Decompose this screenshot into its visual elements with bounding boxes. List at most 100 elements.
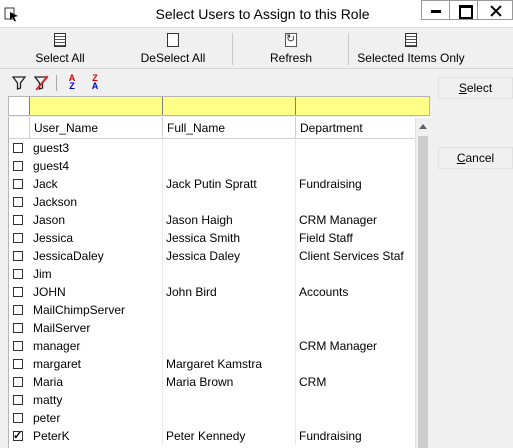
table-row[interactable]: JOHN John Bird Accounts [9, 283, 416, 301]
scrollbar-thumb[interactable] [418, 136, 428, 448]
cell-department: Accounts [299, 285, 349, 299]
table-row[interactable]: Jessica Jessica Smith Field Staff [9, 229, 416, 247]
selected-items-only-button[interactable]: Selected Items Only [354, 29, 468, 69]
cell-department [296, 355, 416, 373]
select-button[interactable]: Select [438, 77, 513, 99]
cell-user-name: guest4 [30, 157, 163, 175]
filter-icon[interactable] [10, 74, 28, 92]
cell-user-name: Jessica [30, 229, 163, 247]
row-checkbox[interactable] [13, 233, 23, 243]
row-checkbox[interactable] [13, 413, 23, 423]
table-row[interactable]: margaret Margaret Kamstra [9, 355, 416, 373]
toolbar-divider [232, 33, 233, 65]
row-checkbox[interactable] [13, 323, 23, 333]
cell-full-name: Jessica Smith [163, 229, 296, 247]
cell-full-name [163, 157, 296, 175]
deselect-all-button[interactable]: DeSelect All [128, 29, 218, 69]
filter-row [8, 96, 430, 116]
cell-full-name [163, 193, 296, 211]
refresh-label: Refresh [269, 51, 313, 65]
toolbar: Select All DeSelect All Refresh Selected… [0, 29, 513, 69]
cell-full-name: Jason Haigh [163, 211, 296, 229]
minimize-button[interactable] [421, 0, 449, 20]
sort-ascending-icon[interactable]: AZ [63, 74, 81, 92]
cell-user-name: Jason [30, 211, 163, 229]
cell-full-name: Peter Kennedy [163, 427, 296, 445]
table-row[interactable]: Jack Jack Putin Spratt Fundraising [9, 175, 416, 193]
close-button[interactable] [477, 0, 513, 20]
table-row[interactable]: manager CRM Manager [9, 337, 416, 355]
cell-full-name: Margaret Kamstra [163, 355, 296, 373]
row-checkbox[interactable] [13, 377, 23, 387]
cell-user-name: guest3 [30, 139, 163, 157]
column-header-user-name[interactable]: User_Name [30, 117, 163, 139]
cell-user-name: manager [30, 337, 163, 355]
clear-filter-icon[interactable] [32, 74, 50, 92]
cell-full-name [163, 319, 296, 337]
row-checkbox[interactable] [13, 215, 23, 225]
cell-full-name [163, 391, 296, 409]
table-row[interactable]: matty [9, 391, 416, 409]
table-row[interactable]: guest4 [9, 157, 416, 175]
table-row[interactable]: Jason Jason Haigh CRM Manager [9, 211, 416, 229]
cell-department: Fundraising [299, 177, 362, 191]
row-checkbox[interactable] [13, 143, 23, 153]
filter-cell-select [9, 97, 30, 115]
cancel-button[interactable]: Cancel [438, 147, 513, 169]
refresh-button[interactable]: Refresh [253, 29, 329, 69]
table-row[interactable]: Maria Maria Brown CRM [9, 373, 416, 391]
cell-user-name: Jack [30, 175, 163, 193]
maximize-button[interactable] [449, 0, 477, 20]
filter-input-user-name[interactable] [30, 97, 163, 115]
cell-user-name: matty [30, 391, 163, 409]
select-all-label: Select All [35, 51, 85, 65]
table-row[interactable]: guest3 [9, 139, 416, 157]
row-checkbox[interactable] [13, 179, 23, 189]
cell-department: CRM Manager [299, 213, 378, 227]
users-grid: User_Name Full_Name Department guest3 gue… [8, 117, 430, 448]
grid-rows: guest3 guest4 Jack Jack Putin Spratt Fundrai… [9, 139, 416, 445]
row-checkbox[interactable] [13, 197, 23, 207]
row-checkbox[interactable] [13, 359, 23, 369]
table-row[interactable]: Jim [9, 265, 416, 283]
cell-full-name [163, 265, 296, 283]
row-checkbox[interactable] [13, 269, 23, 279]
table-row[interactable]: Jackson [9, 193, 416, 211]
list-icon [405, 33, 417, 47]
column-header-department[interactable]: Department [296, 117, 416, 139]
scroll-up-arrow-icon[interactable] [416, 118, 431, 135]
cell-department [296, 319, 416, 337]
toolbar-divider [348, 33, 349, 65]
cell-department [296, 139, 416, 157]
table-row[interactable]: MailServer [9, 319, 416, 337]
row-checkbox[interactable] [13, 341, 23, 351]
filter-input-department[interactable] [296, 97, 429, 115]
row-checkbox[interactable] [13, 395, 23, 405]
title-bar: Select Users to Assign to this Role [0, 0, 513, 28]
row-checkbox[interactable] [13, 251, 23, 261]
column-header-full-name[interactable]: Full_Name [163, 117, 296, 139]
cell-department [296, 265, 416, 283]
cell-user-name: peter [30, 409, 163, 427]
table-row[interactable]: MailChimpServer [9, 301, 416, 319]
vertical-scrollbar[interactable] [415, 118, 430, 448]
select-all-button[interactable]: Select All [20, 29, 100, 69]
table-row[interactable]: PeterKPeter KennedyFundraising [9, 427, 416, 445]
row-checkbox[interactable] [13, 161, 23, 171]
cell-department [296, 409, 416, 427]
row-checkbox[interactable] [13, 287, 23, 297]
sort-descending-icon[interactable]: ZA [86, 74, 104, 92]
grid-tools-divider [56, 75, 57, 91]
selected-items-only-label: Selected Items Only [357, 51, 465, 65]
cell-full-name: John Bird [163, 283, 296, 301]
column-header-select[interactable] [9, 117, 30, 139]
cell-department: CRM Manager [299, 339, 378, 353]
deselect-all-label: DeSelect All [140, 51, 206, 65]
table-row[interactable]: JessicaDaley Jessica Daley Client Services… [9, 247, 416, 265]
refresh-icon [285, 32, 297, 47]
filter-input-full-name[interactable] [163, 97, 296, 115]
row-checkbox[interactable] [13, 305, 23, 315]
row-checkbox[interactable] [13, 427, 23, 445]
window-title-text: Select Users to Assign to this Role [155, 6, 370, 22]
table-row[interactable]: peter [9, 409, 416, 427]
